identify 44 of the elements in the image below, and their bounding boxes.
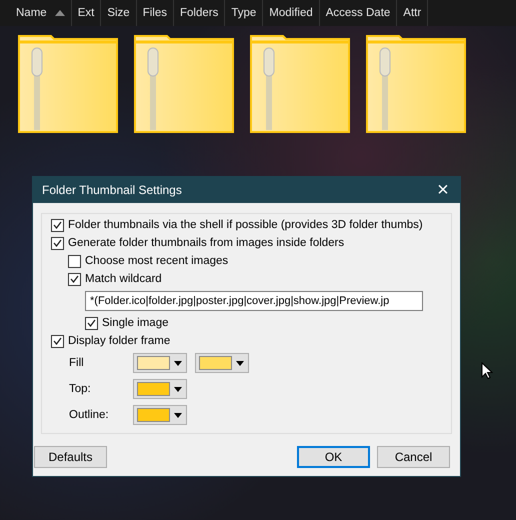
caret-icon <box>236 360 244 366</box>
checkbox[interactable] <box>68 272 81 286</box>
column-header[interactable]: Name <box>10 0 72 26</box>
checkbox[interactable] <box>51 334 64 348</box>
option-label: Generate folder thumbnails from images inside folders <box>68 237 344 249</box>
zipped-folder-icon[interactable] <box>134 33 234 133</box>
column-header[interactable]: Ext <box>72 0 102 26</box>
option-label: Match wildcard <box>85 273 162 285</box>
dialog-button[interactable]: Defaults <box>34 446 107 468</box>
color-label: Outline: <box>69 409 110 421</box>
color-label: Top: <box>69 383 92 395</box>
column-header[interactable]: Access Date <box>320 0 398 26</box>
column-header[interactable]: Type <box>225 0 264 26</box>
dialog-button[interactable]: OK <box>297 446 370 468</box>
option-label: Display folder frame <box>68 335 170 347</box>
option-label: Folder thumbnails via the shell if possible (provides 3D folder thumbs) <box>68 219 423 231</box>
close-button[interactable]: × <box>426 177 460 203</box>
caret-icon <box>174 386 182 392</box>
zipped-folder-icon[interactable] <box>366 33 466 133</box>
option-label: Choose most recent images <box>85 255 228 267</box>
color-label: Fill <box>69 357 85 369</box>
dialog-button[interactable]: Cancel <box>377 446 450 468</box>
color-picker[interactable] <box>195 353 249 373</box>
column-header[interactable]: Size <box>101 0 137 26</box>
checkbox[interactable] <box>85 316 98 330</box>
column-header[interactable]: Modified <box>263 0 320 26</box>
column-header[interactable]: Folders <box>174 0 226 26</box>
color-picker[interactable] <box>133 353 187 373</box>
checkbox[interactable] <box>68 254 81 268</box>
zipped-folder-icon[interactable] <box>18 33 118 133</box>
wildcard-field[interactable]: *(Folder.ico|folder.jpg|poster.jpg|cover.jpg|show.jpg|Preview.jp <box>85 291 423 311</box>
checkbox[interactable] <box>51 218 64 232</box>
window-title: Folder Thumbnail Settings <box>42 183 182 197</box>
color-picker[interactable] <box>133 379 187 399</box>
caret-icon <box>174 360 182 366</box>
column-header[interactable]: Files <box>136 0 174 26</box>
caret-icon <box>174 412 182 418</box>
color-picker[interactable] <box>133 405 187 425</box>
column-header[interactable]: Attr <box>397 0 428 26</box>
zipped-folder-icon[interactable] <box>250 33 350 133</box>
mouse-pointer-icon <box>481 362 493 380</box>
sort-arrow-icon <box>54 10 65 16</box>
option-label: Single image <box>102 317 168 329</box>
checkbox[interactable] <box>51 236 64 250</box>
